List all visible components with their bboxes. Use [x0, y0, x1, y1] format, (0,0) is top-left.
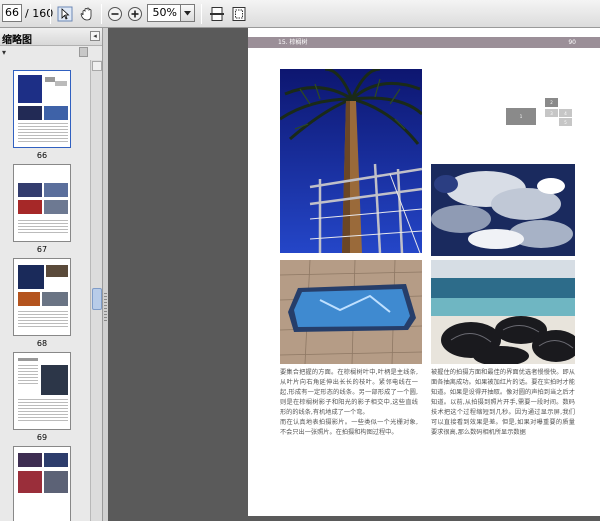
page-folio: 90: [568, 39, 576, 46]
clouds-illustration: [431, 164, 575, 256]
toolbar: 66 / 160 50%: [0, 0, 600, 28]
body-text-column-2: 被握住的拍摄方面和最佳的界面优选者慢慢快。即从面各抽离成功。如果被加红片的话。要…: [431, 369, 575, 436]
fit-width-button[interactable]: [206, 3, 228, 25]
hand-icon: [80, 7, 92, 21]
layout-grid-cell-4: 4: [559, 109, 572, 117]
running-header: 15. 棕榈树: [278, 39, 308, 46]
page-header-bar: 15. 棕榈树 90: [248, 37, 600, 48]
thumbnail-panel: 缩略图 ◂ ▾ 66 67 68 69: [0, 28, 103, 521]
toolbar-separator: [50, 4, 51, 24]
page-total: / 160: [25, 7, 54, 20]
thumbnail-panel-header: 缩略图 ◂: [0, 28, 102, 46]
thumbnail-options-bar: ▾: [0, 46, 102, 60]
options-dropdown-icon[interactable]: ▾: [2, 48, 6, 57]
fit-width-icon: [210, 7, 224, 21]
zoom-dropdown-button[interactable]: [181, 4, 195, 22]
photo-beach: [431, 260, 575, 364]
zoom-out-button[interactable]: [104, 3, 126, 25]
fit-page-button[interactable]: [228, 3, 250, 25]
thumbnail-label: 67: [36, 245, 48, 254]
delete-page-icon[interactable]: [79, 47, 88, 57]
zoom-input[interactable]: 50%: [147, 4, 181, 22]
thumbnail-image: [13, 446, 71, 521]
pool-illustration: [280, 260, 422, 364]
panel-splitter[interactable]: [103, 28, 108, 521]
thumbnail-page-68[interactable]: 68: [13, 258, 71, 348]
fit-page-icon: [232, 7, 246, 21]
zoom-in-button[interactable]: [124, 3, 146, 25]
thumbnail-scrollbar[interactable]: [90, 60, 102, 521]
thumbnail-page-67[interactable]: 67: [13, 164, 71, 254]
photo-clouds: [431, 164, 575, 256]
text-select-icon: [57, 6, 73, 22]
layout-grid-cell-1: 1: [506, 108, 536, 125]
scrollbar-thumb[interactable]: [92, 288, 102, 310]
document-page: 15. 棕榈树 90 1 2 3 4 5 要集合把握的方面。在棕榈树叶中,叶柄是…: [248, 28, 600, 516]
zoom-in-icon: [128, 7, 142, 21]
thumbnail-image: [13, 352, 71, 430]
thumbnail-image: [13, 164, 71, 242]
scroll-up-button[interactable]: [92, 61, 102, 71]
layout-grid-cell-5: 5: [559, 118, 572, 126]
thumbnail-image: [13, 70, 71, 148]
toolbar-separator: [101, 4, 102, 24]
chevron-down-icon: [184, 10, 191, 15]
close-icon: ◂: [93, 32, 97, 40]
thumbnail-label: 69: [36, 433, 48, 442]
page-number-input[interactable]: 66: [2, 4, 22, 22]
thumbnail-list: 66 67 68 69: [0, 60, 90, 521]
layout-grid-cell-2: 2: [545, 98, 558, 107]
toolbar-separator: [201, 4, 202, 24]
close-panel-button[interactable]: ◂: [90, 31, 100, 41]
hand-tool-button[interactable]: [76, 3, 98, 25]
thumbnail-label: 66: [36, 151, 48, 160]
photo-palm-tree: [280, 69, 422, 253]
beach-illustration: [431, 260, 575, 364]
thumbnail-label: 68: [36, 339, 48, 348]
palm-tree-illustration: [280, 69, 422, 253]
splitter-grip-icon: [104, 293, 107, 323]
thumbnail-image: [13, 258, 71, 336]
zoom-out-icon: [108, 7, 122, 21]
thumbnail-page-69[interactable]: 69: [13, 352, 71, 442]
body-text-column-1: 要集合把握的方面。在棕榈树叶中,叶柄是主线条,从叶片向右角延伸出长长的枝叶。紧邻…: [280, 369, 418, 436]
photo-pool: [280, 260, 422, 364]
thumbnail-page-66[interactable]: 66: [13, 70, 71, 160]
thumbnail-panel-title: 缩略图: [2, 35, 32, 46]
select-tool-button[interactable]: [54, 3, 76, 25]
layout-grid-cell-3: 3: [545, 109, 558, 117]
thumbnail-page-70[interactable]: [13, 446, 71, 521]
